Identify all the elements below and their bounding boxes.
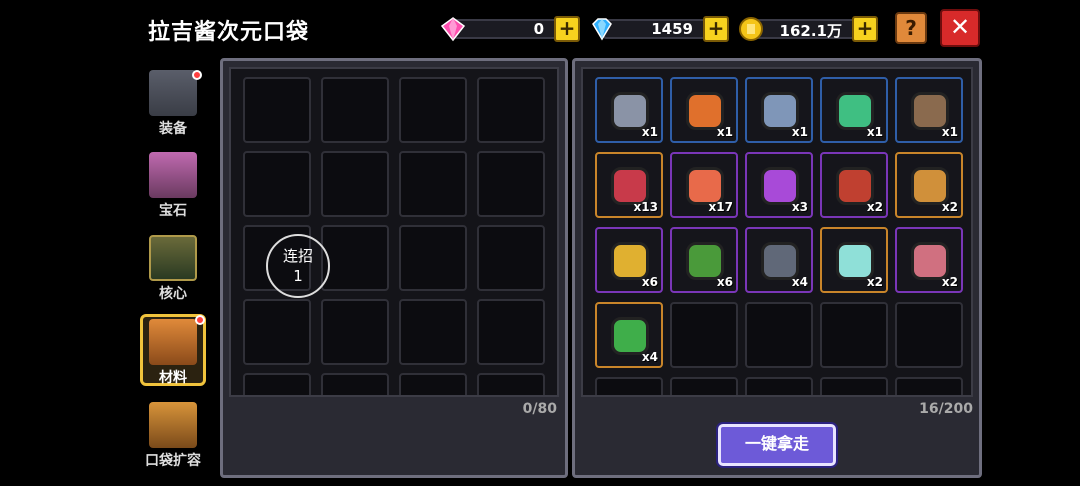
item-quantity: x1 xyxy=(866,125,883,139)
materials-book-icon xyxy=(149,319,197,365)
item-slot[interactable]: x4 xyxy=(745,227,813,293)
left-slot-grid xyxy=(229,67,559,397)
empty-slot[interactable] xyxy=(321,225,389,291)
item-quantity: x1 xyxy=(716,125,733,139)
empty-slot[interactable] xyxy=(895,377,963,395)
empty-slot[interactable] xyxy=(243,299,311,365)
sidebar-item-gems[interactable]: 宝石 xyxy=(140,150,206,220)
diamond-value: 1459 xyxy=(651,20,693,38)
item-slot[interactable]: x17 xyxy=(670,152,738,218)
gem-chest-icon xyxy=(149,152,197,198)
empty-slot[interactable] xyxy=(243,151,311,217)
right-capacity: 16/200 xyxy=(919,401,973,417)
empty-slot[interactable] xyxy=(670,302,738,368)
add-gold-button[interactable]: + xyxy=(852,16,878,42)
empty-slot[interactable] xyxy=(321,373,389,395)
empty-slot[interactable] xyxy=(477,151,545,217)
sidebar-item-materials[interactable]: 材料 xyxy=(140,314,206,386)
item-slot[interactable]: x1 xyxy=(595,77,663,143)
sidebar-item-label: 材料 xyxy=(159,370,187,386)
item-quantity: x2 xyxy=(941,275,958,289)
empty-slot[interactable] xyxy=(321,299,389,365)
sidebar-item-label: 核心 xyxy=(159,286,187,302)
core-icon xyxy=(149,235,197,281)
item-slot[interactable]: x3 xyxy=(745,152,813,218)
empty-slot[interactable] xyxy=(820,377,888,395)
empty-slot[interactable] xyxy=(477,299,545,365)
empty-slot[interactable] xyxy=(745,302,813,368)
item-slot[interactable]: x6 xyxy=(670,227,738,293)
take-all-button[interactable]: 一键拿走 xyxy=(718,424,836,466)
item-quantity: x6 xyxy=(641,275,658,289)
combo-value: 1 xyxy=(293,267,303,285)
empty-slot[interactable] xyxy=(745,377,813,395)
empty-slot[interactable] xyxy=(321,77,389,143)
combo-indicator: 连招 1 xyxy=(266,234,330,298)
add-diamond-button[interactable]: + xyxy=(703,16,729,42)
sidebar-item-core[interactable]: 核心 xyxy=(140,233,206,303)
item-slot[interactable]: x2 xyxy=(895,152,963,218)
empty-slot[interactable] xyxy=(399,77,467,143)
page-title: 拉吉酱次元口袋 xyxy=(148,20,310,45)
combo-label: 连招 xyxy=(282,247,313,265)
diamond-currency: 1459 + xyxy=(589,16,729,42)
empty-slot[interactable] xyxy=(820,302,888,368)
item-quantity: x4 xyxy=(641,350,658,364)
empty-slot[interactable] xyxy=(477,225,545,291)
empty-slot[interactable] xyxy=(399,225,467,291)
item-slot[interactable]: x1 xyxy=(670,77,738,143)
item-slot[interactable]: x4 xyxy=(595,302,663,368)
empty-slot[interactable] xyxy=(477,373,545,395)
item-slot[interactable]: x2 xyxy=(820,152,888,218)
right-panel: x1 x1 x1 x1 x1 x13 x17 x3 x2 x2 x6 x6 x4 x2 x2 x4 16/20… xyxy=(572,58,982,478)
item-quantity: x17 xyxy=(708,200,733,214)
item-quantity: x1 xyxy=(641,125,658,139)
item-quantity: x2 xyxy=(941,200,958,214)
armor-icon xyxy=(149,70,197,116)
sidebar-item-equipment[interactable]: 装备 xyxy=(140,68,206,138)
sidebar-item-label: 口袋扩容 xyxy=(145,453,201,469)
item-quantity: x2 xyxy=(866,200,883,214)
empty-slot[interactable] xyxy=(399,373,467,395)
empty-slot[interactable] xyxy=(321,151,389,217)
empty-slot[interactable] xyxy=(399,151,467,217)
item-quantity: x3 xyxy=(791,200,808,214)
notification-dot xyxy=(192,70,202,80)
gold-currency: 162.1万 + xyxy=(738,16,878,42)
pink-gem-value: 0 xyxy=(533,20,544,38)
empty-slot[interactable] xyxy=(243,373,311,395)
sidebar-item-label: 宝石 xyxy=(159,203,187,219)
empty-slot[interactable] xyxy=(595,377,663,395)
item-slot[interactable]: x1 xyxy=(895,77,963,143)
help-button[interactable]: ? xyxy=(895,12,927,44)
item-quantity: x1 xyxy=(941,125,958,139)
right-item-grid: x1 x1 x1 x1 x1 x13 x17 x3 x2 x2 x6 x6 x4 x2 x2 x4 xyxy=(581,67,973,397)
item-quantity: x2 xyxy=(866,275,883,289)
item-slot[interactable]: x13 xyxy=(595,152,663,218)
empty-slot[interactable] xyxy=(399,299,467,365)
item-quantity: x1 xyxy=(791,125,808,139)
notification-dot xyxy=(195,315,205,325)
item-slot[interactable]: x2 xyxy=(895,227,963,293)
item-quantity: x13 xyxy=(633,200,658,214)
pink-gem-currency: 0 + xyxy=(440,16,580,42)
empty-slot[interactable] xyxy=(895,302,963,368)
treasure-chest-icon xyxy=(149,402,197,448)
item-quantity: x6 xyxy=(716,275,733,289)
item-slot[interactable]: x6 xyxy=(595,227,663,293)
left-capacity: 0/80 xyxy=(522,401,557,417)
sidebar-item-expand-pocket[interactable]: 口袋扩容 xyxy=(140,400,206,470)
sidebar-item-label: 装备 xyxy=(159,121,187,137)
item-slot[interactable]: x1 xyxy=(820,77,888,143)
gold-value: 162.1万 xyxy=(779,22,842,40)
empty-slot[interactable] xyxy=(670,377,738,395)
empty-slot[interactable] xyxy=(243,77,311,143)
item-quantity: x4 xyxy=(791,275,808,289)
item-slot[interactable]: x1 xyxy=(745,77,813,143)
item-slot[interactable]: x2 xyxy=(820,227,888,293)
empty-slot[interactable] xyxy=(477,77,545,143)
add-pink-gem-button[interactable]: + xyxy=(554,16,580,42)
close-button[interactable]: ✕ xyxy=(940,9,980,47)
